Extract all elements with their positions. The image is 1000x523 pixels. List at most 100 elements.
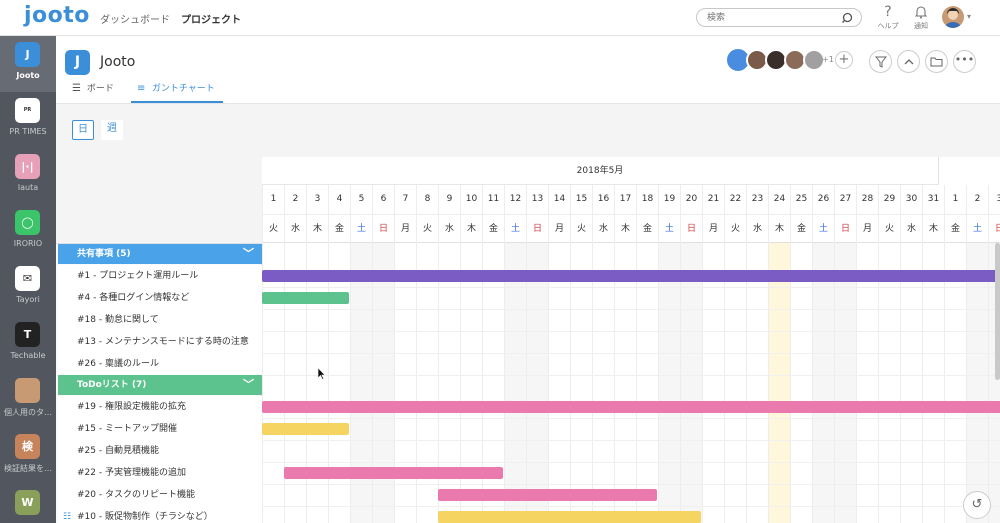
sidebar-project-icon: ◯ — [15, 210, 40, 235]
sidebar-item-7[interactable]: 検検証結果を… — [0, 428, 56, 484]
scale-day-button[interactable]: 日 — [72, 120, 94, 140]
sidebar-item-2[interactable]: |·| lauta — [0, 148, 56, 204]
sidebar-item-label: 個人用のタ… — [4, 408, 52, 417]
chevron-down-icon[interactable]: ﹀ — [243, 244, 254, 264]
task-row[interactable]: #13 - メンテナンスモードにする時の注意 — [58, 331, 262, 353]
filter-button[interactable] — [869, 50, 892, 73]
day-column — [262, 243, 284, 523]
task-row[interactable]: #20 - タスクのリピート機能 — [58, 484, 262, 506]
task-row[interactable]: #25 - 自動見積機能 — [58, 440, 262, 462]
more-button[interactable]: ••• — [953, 50, 976, 73]
user-menu-caret-icon[interactable]: ▾ — [967, 12, 971, 21]
sidebar-item-8[interactable]: W — [0, 484, 56, 523]
day-column — [790, 243, 812, 523]
task-bar[interactable] — [438, 489, 657, 501]
sidebar-item-label: Tayori — [16, 295, 40, 304]
nav-project[interactable]: プロジェクト — [181, 11, 241, 26]
day-number: 30 — [900, 185, 922, 214]
archive-button[interactable] — [925, 50, 948, 73]
collapse-button[interactable] — [897, 50, 920, 73]
day-of-week: 水 — [592, 214, 614, 243]
group-header[interactable]: ToDoリスト (7) ﹀ — [58, 375, 262, 395]
add-member-button[interactable]: + — [835, 51, 853, 69]
nav-dashboard[interactable]: ダッシュボード — [100, 11, 170, 26]
day-number: 9 — [438, 185, 460, 214]
help-button[interactable]: ? ヘルプ — [873, 3, 903, 33]
day-number: 1 — [944, 185, 966, 214]
task-bar[interactable] — [262, 270, 1000, 282]
sidebar-item-6[interactable]: 個人用のタ… — [0, 372, 56, 428]
member-extra-count[interactable]: +1 — [822, 55, 834, 64]
sidebar-item-3[interactable]: ◯ IRORIO — [0, 204, 56, 260]
day-number: 7 — [394, 185, 416, 214]
sidebar-item-0[interactable]: J Jooto — [0, 36, 56, 92]
day-column — [614, 243, 636, 523]
day-of-week: 金 — [482, 214, 504, 243]
task-bar[interactable] — [438, 511, 701, 523]
board-icon: ☰ — [72, 83, 81, 94]
day-column — [328, 243, 350, 523]
day-number: 15 — [570, 185, 592, 214]
task-row[interactable]: #4 - 各種ログイン情報など — [58, 287, 262, 309]
day-column — [856, 243, 878, 523]
day-number: 17 — [614, 185, 636, 214]
scale-week-button[interactable]: 週 — [101, 120, 123, 140]
task-bar[interactable] — [262, 292, 349, 304]
sidebar-project-icon: |·| — [15, 154, 40, 179]
day-column — [834, 243, 856, 523]
task-bar[interactable] — [262, 423, 349, 435]
folder-icon — [930, 57, 943, 67]
task-row[interactable]: #18 - 勤怠に関して — [58, 309, 262, 331]
day-of-week: 木 — [922, 214, 944, 243]
row-divider — [262, 353, 1000, 354]
user-avatar[interactable] — [942, 6, 964, 28]
day-number: 8 — [416, 185, 438, 214]
vertical-scrollbar[interactable] — [995, 243, 1000, 380]
chevron-down-icon[interactable]: ﹀ — [243, 375, 254, 395]
tab-gantt[interactable]: ≡ ガントチャート — [131, 81, 223, 103]
sidebar-project-icon: ✉ — [15, 266, 40, 291]
day-number: 28 — [856, 185, 878, 214]
task-bar[interactable] — [284, 467, 503, 479]
task-row[interactable]: #10 - 販促物制作（チラシなど） — [58, 506, 262, 523]
day-column — [570, 243, 592, 523]
sidebar-item-4[interactable]: ✉ Tayori — [0, 260, 56, 316]
day-of-week: 火 — [878, 214, 900, 243]
task-row[interactable]: #26 - 稟議のルール — [58, 353, 262, 375]
day-column — [284, 243, 306, 523]
day-of-week: 日 — [988, 214, 1000, 243]
task-row[interactable]: #22 - 予実管理機能の追加 — [58, 462, 262, 484]
task-row[interactable]: #1 - プロジェクト運用ルール — [58, 265, 262, 287]
sidebar-item-5[interactable]: T Techable — [0, 316, 56, 372]
sidebar-project-icon: PR TIMES — [15, 98, 40, 123]
sidebar-project-icon: W — [15, 490, 40, 515]
row-divider — [262, 484, 1000, 485]
day-of-week: 木 — [460, 214, 482, 243]
sidebar-item-1[interactable]: PR TIMES PR TIMES — [0, 92, 56, 148]
search-box[interactable] — [696, 8, 862, 27]
day-column — [438, 243, 460, 523]
day-of-week: 土 — [966, 214, 988, 243]
jooto-logo[interactable]: jooto — [24, 3, 90, 28]
day-number: 16 — [592, 185, 614, 214]
tab-board[interactable]: ☰ ボード — [72, 81, 122, 103]
group-header[interactable]: 共有事項 (5) ﹀ — [58, 244, 262, 264]
day-of-week: 金 — [328, 214, 350, 243]
sidebar-project-icon: T — [15, 322, 40, 347]
task-row[interactable]: #15 - ミートアップ開催 — [58, 418, 262, 440]
history-button[interactable]: ↺ — [963, 491, 991, 519]
group-title: 共有事項 (5) — [77, 249, 131, 259]
gantt-chart[interactable]: 2018年5月 1 火 2 水 3 木 4 金 5 土 6 日 7 月 8 火 9 水 10 木 11 金 12 土 13 日 14… — [262, 157, 1000, 523]
day-number: 1 — [262, 185, 284, 214]
notification-button[interactable]: 通知 — [906, 3, 936, 33]
search-input[interactable] — [707, 11, 837, 24]
more-icon: ••• — [954, 53, 975, 66]
task-row[interactable]: #19 - 権限設定機能の拡充 — [58, 396, 262, 418]
bell-icon — [906, 3, 936, 21]
day-of-week: 日 — [526, 214, 548, 243]
day-column — [724, 243, 746, 523]
search-icon[interactable] — [841, 12, 853, 24]
day-of-week: 土 — [812, 214, 834, 243]
task-bar[interactable] — [262, 401, 1000, 413]
day-column — [592, 243, 614, 523]
